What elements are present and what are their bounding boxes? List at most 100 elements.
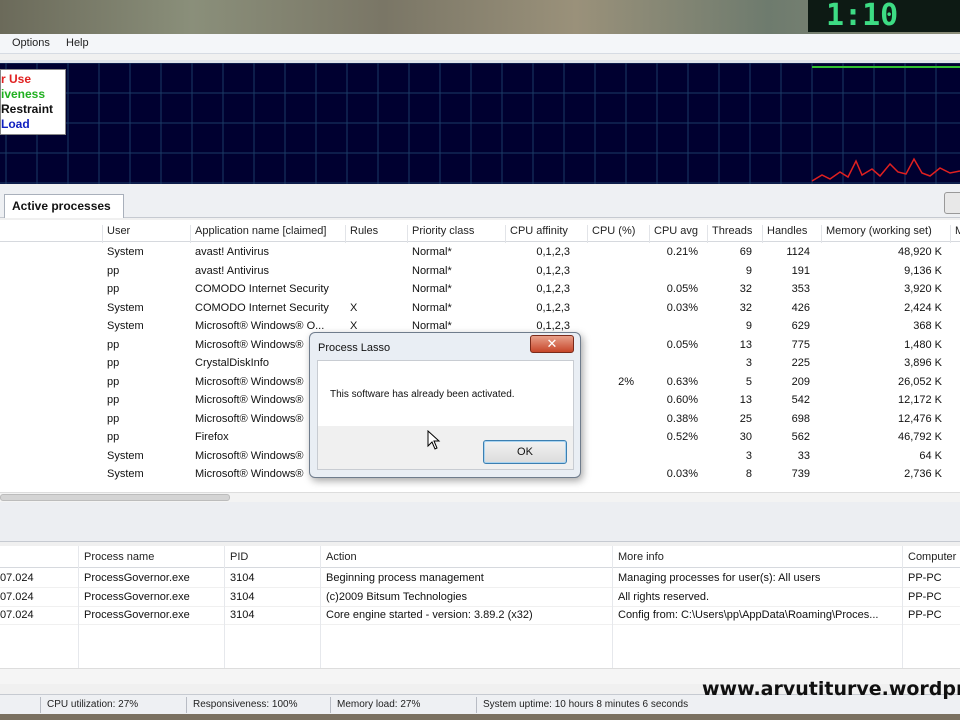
log-column-separator bbox=[78, 546, 79, 676]
log-column-separator bbox=[612, 546, 613, 676]
cell-handles: 775 bbox=[791, 338, 810, 351]
table-row[interactable]: pp avast! Antivirus Normal* 0,1,2,3 9 191 9,13… bbox=[0, 263, 960, 281]
cell-user: System bbox=[107, 301, 144, 314]
log-cell-computer: PP-PC bbox=[908, 590, 942, 603]
legend-load: Load bbox=[1, 117, 30, 131]
cell-user: System bbox=[107, 246, 144, 258]
column-header[interactable]: Handles bbox=[767, 225, 807, 237]
graph-trace-cpu-use bbox=[811, 157, 960, 182]
close-button[interactable]: ✕ bbox=[530, 335, 574, 353]
log-column-header[interactable]: More info bbox=[618, 551, 664, 563]
column-header[interactable]: CPU (%) bbox=[592, 225, 635, 237]
log-cell-info: Config from: C:\Users\pp\AppData\Roaming… bbox=[618, 609, 879, 621]
column-separator[interactable] bbox=[345, 225, 346, 243]
column-header[interactable]: Priority class bbox=[412, 225, 474, 237]
panel-button[interactable] bbox=[944, 192, 960, 214]
table-row[interactable]: System COMODO Internet Security X Normal* 0,… bbox=[0, 300, 960, 318]
cell-memory: 368 K bbox=[913, 320, 942, 332]
status-system-uptime: System uptime: 10 hours 8 minutes 6 seco… bbox=[483, 699, 689, 710]
process-table-scrollbar[interactable] bbox=[0, 492, 960, 502]
cell-threads: 30 bbox=[739, 431, 752, 443]
pane-splitter[interactable] bbox=[0, 502, 960, 542]
column-header[interactable]: Application name [claimed] bbox=[195, 225, 326, 237]
log-cell-computer: PP-PC bbox=[908, 609, 942, 621]
column-separator[interactable] bbox=[190, 225, 191, 243]
column-header[interactable]: Rules bbox=[350, 225, 378, 237]
column-header[interactable]: CPU avg bbox=[654, 225, 698, 237]
cell-user: System bbox=[107, 468, 144, 480]
cell-avg: 0.05% bbox=[666, 283, 698, 295]
cell-priority: Normal* bbox=[412, 283, 452, 295]
cell-threads: 32 bbox=[739, 283, 752, 295]
log-cell-computer: PP-PC bbox=[908, 572, 942, 584]
cell-memory: 2,424 K bbox=[904, 301, 942, 314]
log-column-header[interactable]: Action bbox=[326, 551, 357, 563]
cell-app: COMODO Internet Security bbox=[195, 301, 329, 314]
column-separator[interactable] bbox=[707, 225, 708, 243]
cell-memory: 12,476 K bbox=[897, 412, 942, 425]
cell-app: COMODO Internet Security bbox=[195, 283, 329, 295]
cell-threads: 13 bbox=[739, 338, 752, 351]
column-separator[interactable] bbox=[649, 225, 650, 243]
column-separator[interactable] bbox=[762, 225, 763, 243]
tab-active-processes[interactable]: Active processes bbox=[4, 194, 124, 218]
log-row[interactable]: 07.024 ProcessGovernor.exe 3104 (c)2009 Bit… bbox=[0, 589, 960, 607]
log-column-separator bbox=[224, 546, 225, 676]
log-cell-action: Core engine started - version: 3.89.2 (x… bbox=[326, 609, 533, 621]
cell-rules: X bbox=[350, 320, 358, 332]
cell-threads: 9 bbox=[745, 320, 752, 332]
log-column-header[interactable]: Computer bbox=[908, 551, 956, 563]
menu-help[interactable]: Help bbox=[66, 37, 89, 49]
log-column-header[interactable]: Process name bbox=[84, 551, 154, 563]
cell-memory: 3,896 K bbox=[904, 357, 942, 369]
column-header[interactable]: Memory (working set) bbox=[826, 225, 932, 237]
column-separator[interactable] bbox=[505, 225, 506, 243]
log-column-header[interactable]: PID bbox=[230, 551, 248, 563]
cell-priority: Normal* bbox=[412, 301, 452, 314]
column-separator[interactable] bbox=[407, 225, 408, 243]
scrollbar-thumb[interactable] bbox=[0, 494, 230, 501]
status-cpu-utilization: CPU utilization: 27% bbox=[47, 699, 139, 710]
log-table-header: Process name PID Action More info Computer bbox=[0, 546, 960, 568]
cell-handles: 629 bbox=[791, 320, 810, 332]
cpu-usage-graph: r Use iveness Restraint Load bbox=[0, 60, 960, 184]
dialog-body: This software has already been activated… bbox=[317, 360, 574, 426]
cell-memory: 9,136 K bbox=[904, 264, 942, 277]
column-header[interactable]: Threads bbox=[712, 225, 752, 237]
cell-avg: 0.52% bbox=[666, 431, 698, 443]
column-separator[interactable] bbox=[102, 225, 103, 243]
menu-bar: Options Help bbox=[0, 34, 960, 54]
cell-avg: 0.60% bbox=[666, 394, 698, 406]
cell-memory: 64 K bbox=[919, 449, 942, 462]
status-responsiveness: Responsiveness: 100% bbox=[193, 699, 298, 710]
log-row[interactable]: 07.024 ProcessGovernor.exe 3104 Beginning p… bbox=[0, 570, 960, 588]
log-row[interactable]: 07.024 ProcessGovernor.exe 3104 Core engine… bbox=[0, 607, 960, 625]
log-cell-action: Beginning process management bbox=[326, 572, 484, 584]
cell-threads: 8 bbox=[745, 468, 752, 480]
table-row[interactable]: System avast! Antivirus Normal* 0,1,2,3 0.21… bbox=[0, 244, 960, 262]
log-cell-pid: 3104 bbox=[230, 572, 255, 584]
log-table: Process name PID Action More info Computer 0… bbox=[0, 546, 960, 676]
cell-app: avast! Antivirus bbox=[195, 264, 269, 277]
cell-handles: 33 bbox=[797, 449, 810, 462]
cell-handles: 739 bbox=[791, 468, 810, 480]
table-row[interactable]: pp COMODO Internet Security Normal* 0,1,2,3… bbox=[0, 281, 960, 299]
menu-options[interactable]: Options bbox=[12, 37, 50, 49]
cell-user: pp bbox=[107, 264, 120, 277]
ok-button[interactable]: OK bbox=[483, 440, 567, 464]
cell-threads: 3 bbox=[745, 449, 752, 462]
column-separator[interactable] bbox=[821, 225, 822, 243]
log-cell-pid: 3104 bbox=[230, 590, 255, 603]
column-header[interactable]: M bbox=[955, 225, 960, 237]
log-column-separator bbox=[320, 546, 321, 676]
column-separator[interactable] bbox=[587, 225, 588, 243]
log-column-separator bbox=[902, 546, 903, 676]
column-separator[interactable] bbox=[950, 225, 951, 243]
dialog-title: Process Lasso bbox=[318, 342, 391, 354]
column-header[interactable]: User bbox=[107, 225, 130, 237]
mouse-cursor-icon bbox=[427, 430, 441, 450]
log-cell-action: (c)2009 Bitsum Technologies bbox=[326, 590, 468, 603]
cell-rules: X bbox=[350, 301, 358, 314]
cell-handles: 353 bbox=[791, 283, 810, 295]
column-header[interactable]: CPU affinity bbox=[510, 225, 568, 237]
